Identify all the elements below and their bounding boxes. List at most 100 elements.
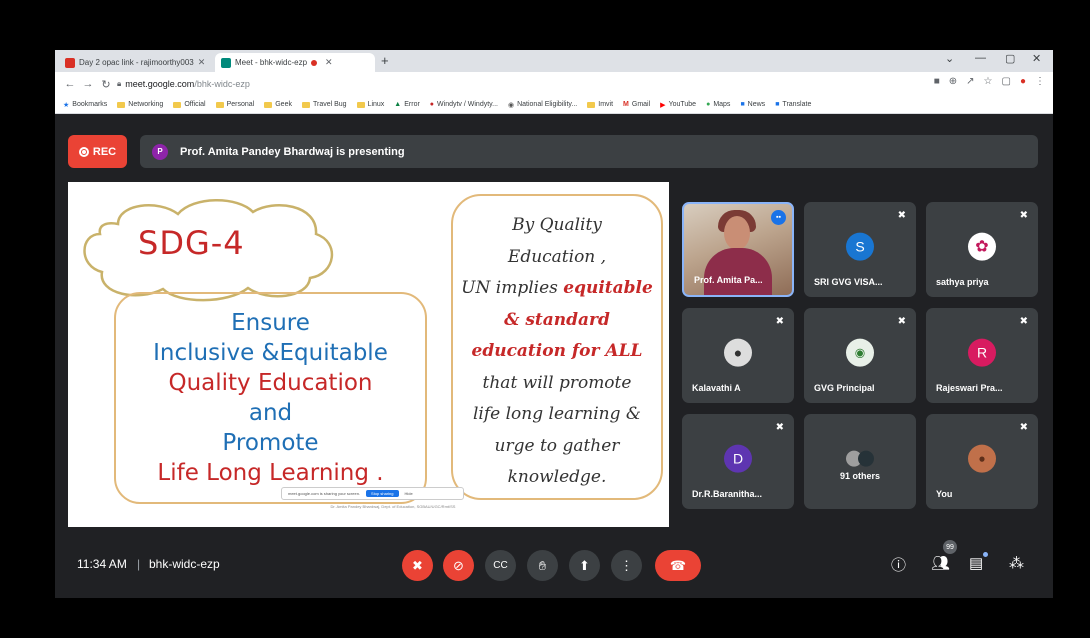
participant-tile[interactable]: 91 others <box>804 414 916 509</box>
folder-icon <box>356 101 365 108</box>
avatar: S <box>846 232 874 261</box>
participant-name: Dr.R.Baranitha... <box>692 489 763 499</box>
close-icon[interactable]: ✕ <box>325 57 333 68</box>
slide-line: & standard <box>504 309 610 330</box>
stop-sharing-button[interactable]: Stop sharing <box>366 490 399 497</box>
menu-icon[interactable]: ⋮ <box>1035 76 1045 87</box>
mic-off-icon: ✖ <box>897 316 906 327</box>
slide-line: and <box>248 400 293 426</box>
bookmark-item[interactable]: ■ News <box>740 101 765 108</box>
people-icon: 👥︎ <box>931 555 951 572</box>
slide-right-box: By Quality Education , UN implies equita… <box>451 194 663 500</box>
bookmark-item[interactable]: ● Maps <box>706 101 730 108</box>
avatar: ● <box>968 444 996 473</box>
tab-search-icon[interactable]: ▢ <box>1002 76 1011 87</box>
bookmark-item[interactable]: ▲ Error <box>394 101 420 108</box>
bookmark-item[interactable]: ▶ YouTube <box>660 101 696 109</box>
slide-line: By Quality <box>512 215 602 235</box>
tab-opac-link[interactable]: Day 2 opac link - rajimoorthy003 ✕ <box>59 53 211 72</box>
activities-button[interactable]: ⁂ <box>1009 554 1024 572</box>
participant-tile[interactable]: ✖ ● You <box>926 414 1038 509</box>
bookmark-item[interactable]: Travel Bug <box>301 101 347 108</box>
hide-button[interactable]: Hide <box>405 491 413 496</box>
address-bar[interactable]: 🔒︎ meet.google.com/bhk-widc-ezp <box>117 75 897 93</box>
zoom-icon[interactable]: ⊕ <box>949 76 957 87</box>
meeting-code: bhk-widc-ezp <box>149 557 220 571</box>
extension-icon[interactable]: ● <box>1020 76 1026 87</box>
bookmark-item[interactable]: Networking <box>117 101 163 108</box>
phone-hangup-icon: ☎ <box>669 557 687 573</box>
slide-highlight: equitable <box>563 278 653 298</box>
bookmark-item[interactable]: Geek <box>264 101 292 108</box>
bookmark-item[interactable]: Official <box>173 101 206 108</box>
participant-tile[interactable]: ✖ S SRI GVG VISA... <box>804 202 916 297</box>
mic-toggle-button[interactable]: ✖ <box>402 550 433 581</box>
info-button[interactable]: ⓘ <box>891 554 906 575</box>
more-options-button[interactable]: ⋮ <box>611 550 642 581</box>
record-icon <box>78 146 89 157</box>
bookmark-item[interactable]: Imvit <box>587 101 613 108</box>
address-icons: ■ ⊕ ↗ ☆ ▢ ● ⋮ <box>934 76 1045 87</box>
share-icon[interactable]: ↗ <box>966 76 974 87</box>
close-icon[interactable]: ✕ <box>198 57 206 68</box>
avatar: ● <box>724 338 752 367</box>
participant-tile[interactable]: ✖ D Dr.R.Baranitha... <box>682 414 794 509</box>
maximize-icon[interactable]: ▢ <box>1005 52 1015 65</box>
participant-name: sathya priya <box>936 277 989 287</box>
captions-button[interactable]: CC <box>485 550 516 581</box>
participant-tile[interactable]: ✖ ● Kalavathi A <box>682 308 794 403</box>
folder-icon <box>215 101 224 108</box>
windy-icon: ● <box>429 101 435 108</box>
reload-icon[interactable]: ↻ <box>97 78 115 91</box>
participant-name: Prof. Amita Pa... <box>694 275 763 285</box>
bookmark-item[interactable]: Personal <box>215 101 254 108</box>
new-tab-button[interactable]: + <box>381 53 389 68</box>
lock-icon: 🔒︎ <box>117 79 122 88</box>
slide-text: UN implies <box>461 278 564 298</box>
presenter-avatar: P <box>152 143 168 160</box>
forward-icon[interactable]: → <box>79 78 97 90</box>
bookmark-item[interactable]: ◉ National Eligibility... <box>508 101 577 109</box>
bookmark-item[interactable]: M Gmail <box>623 101 650 108</box>
meet-icon <box>221 57 231 68</box>
star-icon: ★ <box>63 101 70 109</box>
chat-button[interactable]: ▤ <box>969 554 983 572</box>
participant-tile[interactable]: ✖ ◉ GVG Principal <box>804 308 916 403</box>
mic-off-icon: ✖ <box>775 422 784 433</box>
bookmarks-bar: ★ Bookmarks Networking Official Personal … <box>55 96 1053 114</box>
close-window-icon[interactable]: ✕ <box>1032 52 1041 65</box>
participant-tile[interactable]: ✖ R Rajeswari Pra... <box>926 308 1038 403</box>
raise-hand-button[interactable]: ✋︎ <box>527 550 558 581</box>
tab-strip: Day 2 opac link - rajimoorthy003 ✕ Meet … <box>55 50 1053 72</box>
error-icon: ▲ <box>394 101 402 108</box>
gmail-icon <box>65 57 75 68</box>
people-button[interactable]: 👥︎ <box>931 554 950 572</box>
back-icon[interactable]: ← <box>61 78 79 90</box>
bookmark-item[interactable]: ● Windytv / Windyty... <box>430 101 498 108</box>
bookmark-item[interactable]: Linux <box>356 101 384 108</box>
browser-window: Day 2 opac link - rajimoorthy003 ✕ Meet … <box>55 50 1053 598</box>
camera-icon[interactable]: ■ <box>934 76 940 87</box>
mic-off-icon: ✖ <box>897 210 906 221</box>
star-icon[interactable]: ☆ <box>984 76 993 87</box>
bookmark-item[interactable]: ★ Bookmarks <box>63 101 107 109</box>
camera-toggle-button[interactable]: ⊘ <box>443 550 474 581</box>
divider: | <box>137 557 141 571</box>
participant-tile[interactable]: ✖ ✿ sathya priya <box>926 202 1038 297</box>
slide-left-box: Ensure Inclusive &Equitable Quality Educ… <box>114 292 427 504</box>
avatar: ✿ <box>968 232 996 261</box>
present-button[interactable]: ⬆ <box>569 550 600 581</box>
presenting-text: Prof. Amita Pandey Bhardwaj is presentin… <box>180 145 405 158</box>
participant-name: Kalavathi A <box>692 383 741 393</box>
meeting-time: 11:34 AM <box>77 557 127 571</box>
end-call-button[interactable]: ☎ <box>655 550 701 581</box>
bookmark-item[interactable]: ■ Translate <box>775 101 811 108</box>
minimize-icon[interactable]: — <box>975 52 986 64</box>
slide-footer: Dr. Amita Pandey Bhardwaj, Dept. of Educ… <box>330 504 456 509</box>
participant-name: SRI GVG VISA... <box>814 277 883 287</box>
mic-off-icon: ✖ <box>775 316 784 327</box>
participant-tile[interactable]: ▪▪ Prof. Amita Pa... <box>682 202 794 297</box>
recording-button[interactable]: REC <box>68 135 127 168</box>
tab-meet[interactable]: Meet - bhk-widc-ezp ✕ <box>215 53 375 72</box>
chevron-down-icon[interactable]: ⌄ <box>945 52 954 65</box>
